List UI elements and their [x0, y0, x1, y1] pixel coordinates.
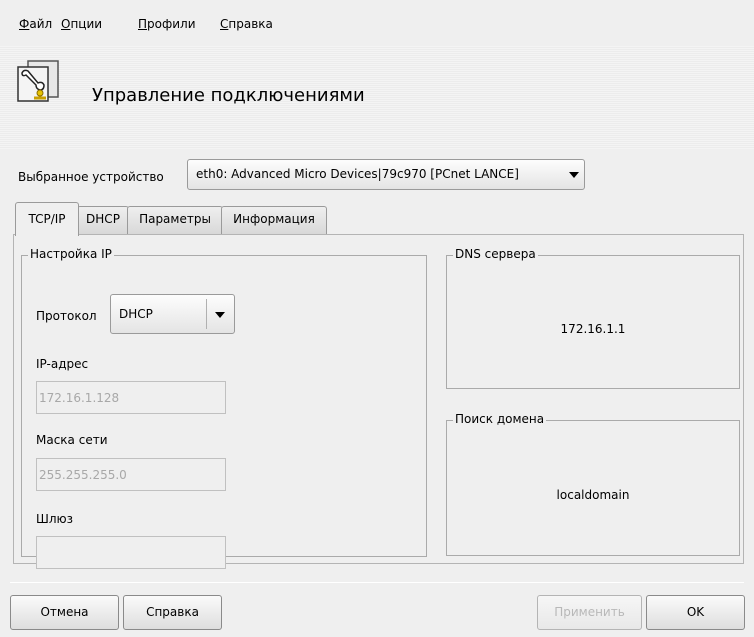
- ok-button[interactable]: OK: [646, 595, 745, 630]
- protocol-label: Протокол: [36, 309, 97, 323]
- protocol-value: DHCP: [119, 307, 153, 321]
- device-label: Выбранное устройство: [18, 170, 164, 184]
- ip-settings-title: Настройка IP: [28, 247, 114, 261]
- menu-profiles[interactable]: Профили: [138, 17, 196, 31]
- gateway-label: Шлюз: [36, 512, 73, 526]
- domain-search-title: Поиск домена: [453, 412, 547, 426]
- netmask-label: Маска сети: [36, 433, 108, 447]
- ip-address-label: IP-адрес: [36, 357, 89, 371]
- network-tools-icon: [17, 60, 59, 102]
- device-select[interactable]: eth0: Advanced Micro Devices|79c970 [PCn…: [187, 159, 585, 190]
- chevron-down-icon: [215, 312, 225, 318]
- tab-tcpip[interactable]: TCP/IP: [15, 202, 79, 236]
- ip-settings-group: Настройка IP Протокол DHCP IP-адрес Маск…: [21, 247, 427, 569]
- menu-bar: Файл Опции Профили Справка: [0, 0, 754, 46]
- menu-help[interactable]: Справка: [220, 17, 273, 31]
- domain-search-group: Поиск домена localdomain: [446, 412, 740, 556]
- cancel-button[interactable]: Отмена: [10, 595, 119, 630]
- dns-servers-title: DNS сервера: [453, 247, 538, 261]
- header-banner: Управление подключениями: [0, 46, 754, 149]
- ip-address-input[interactable]: [36, 381, 226, 414]
- chevron-down-icon: [569, 172, 579, 178]
- combo-separator: [206, 299, 207, 329]
- help-button[interactable]: Справка: [123, 595, 222, 630]
- tab-dhcp[interactable]: DHCP: [77, 206, 129, 234]
- device-select-value: eth0: Advanced Micro Devices|79c970 [PCn…: [196, 167, 519, 181]
- dns-server-value: 172.16.1.1: [560, 322, 626, 336]
- protocol-select[interactable]: DHCP: [110, 294, 235, 334]
- apply-button[interactable]: Применить: [537, 595, 642, 630]
- divider: [10, 582, 744, 583]
- domain-search-value: localdomain: [556, 488, 630, 502]
- netmask-input[interactable]: [36, 458, 226, 491]
- menu-options[interactable]: Опции: [61, 17, 102, 31]
- menu-file[interactable]: Файл: [19, 17, 52, 31]
- tab-parameters[interactable]: Параметры: [127, 206, 223, 234]
- tab-panel-tcpip: Настройка IP Протокол DHCP IP-адрес Маск…: [13, 234, 744, 569]
- dns-servers-group: DNS сервера 172.16.1.1: [446, 247, 740, 389]
- page-title: Управление подключениями: [92, 85, 365, 106]
- gateway-input[interactable]: [36, 536, 226, 569]
- tab-information[interactable]: Информация: [221, 206, 327, 234]
